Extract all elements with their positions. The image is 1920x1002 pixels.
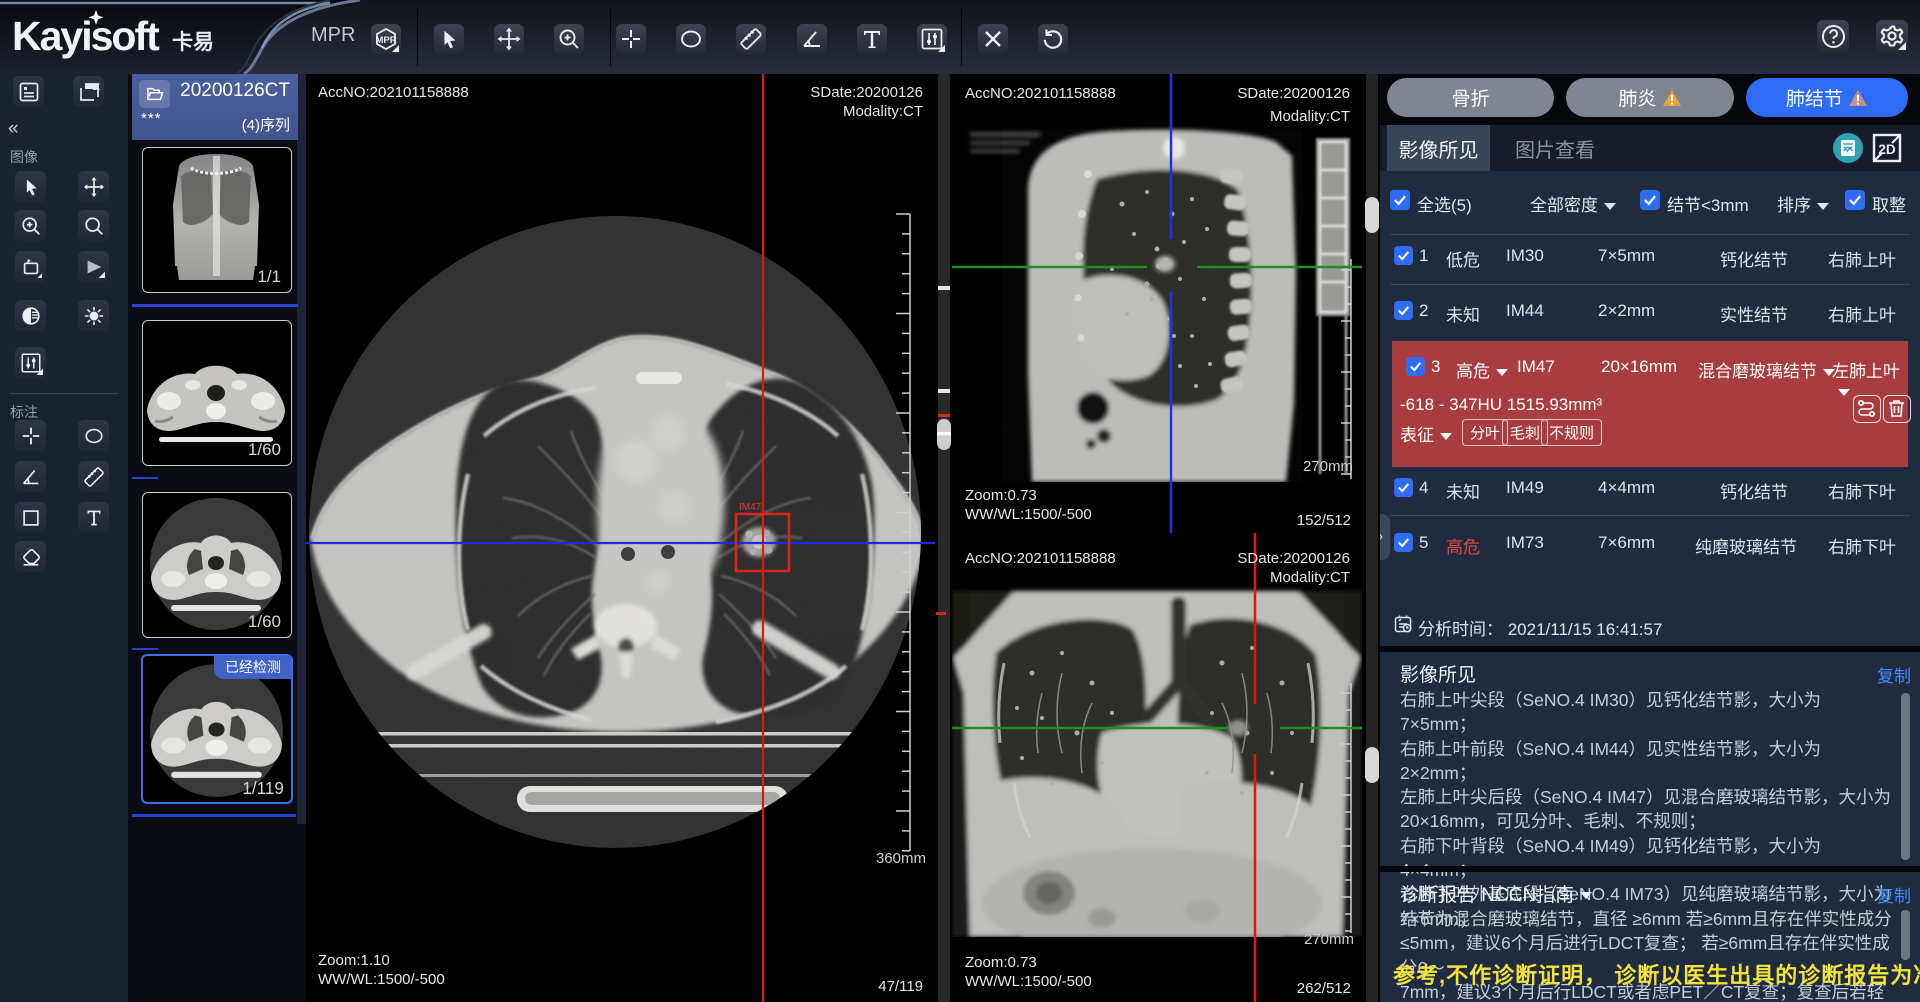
- svg-text:WW/WL:1500/-500: WW/WL:1500/-500: [965, 973, 1092, 990]
- svg-text:360mm: 360mm: [876, 850, 926, 867]
- svg-text:Kayisoft: Kayisoft: [12, 13, 160, 59]
- svg-text:270mm: 270mm: [1304, 931, 1354, 948]
- svg-text:IM47: IM47: [739, 502, 762, 513]
- svg-text:1/119: 1/119: [242, 779, 284, 798]
- svg-text:AccNO:202101158888: AccNO:202101158888: [965, 85, 1116, 102]
- svg-text:Modality:CT: Modality:CT: [1270, 569, 1350, 586]
- svg-text:x: x: [94, 82, 99, 91]
- svg-text:152/512: 152/512: [1297, 512, 1351, 529]
- svg-text:270mm: 270mm: [1303, 458, 1353, 475]
- svg-text:1/60: 1/60: [248, 440, 281, 459]
- svg-text:1/60: 1/60: [248, 612, 281, 631]
- svg-text:WW/WL:1500/-500: WW/WL:1500/-500: [965, 506, 1092, 523]
- svg-text:Modality:CT: Modality:CT: [843, 103, 923, 120]
- svg-text:Modality:CT: Modality:CT: [1270, 108, 1350, 125]
- svg-text:SDate:20200126: SDate:20200126: [810, 84, 923, 101]
- svg-text:47/119: 47/119: [878, 978, 923, 995]
- svg-text:1/1: 1/1: [257, 267, 281, 286]
- svg-text:卡易: 卡易: [172, 31, 214, 54]
- svg-text:Zoom:0.73: Zoom:0.73: [965, 954, 1037, 971]
- svg-text:SDate:20200126: SDate:20200126: [1237, 85, 1350, 102]
- svg-text:2D: 2D: [1878, 142, 1896, 157]
- svg-text:Zoom:0.73: Zoom:0.73: [965, 487, 1037, 504]
- svg-text:262/512: 262/512: [1297, 980, 1351, 997]
- svg-text:MPR: MPR: [375, 35, 396, 46]
- svg-text:WW/WL:1500/-500: WW/WL:1500/-500: [318, 971, 445, 988]
- svg-text:SDate:20200126: SDate:20200126: [1237, 550, 1350, 567]
- svg-text:Zoom:1.10: Zoom:1.10: [318, 952, 390, 969]
- svg-text:AccNO:202101158888: AccNO:202101158888: [318, 84, 469, 101]
- svg-text:AccNO:202101158888: AccNO:202101158888: [965, 550, 1116, 567]
